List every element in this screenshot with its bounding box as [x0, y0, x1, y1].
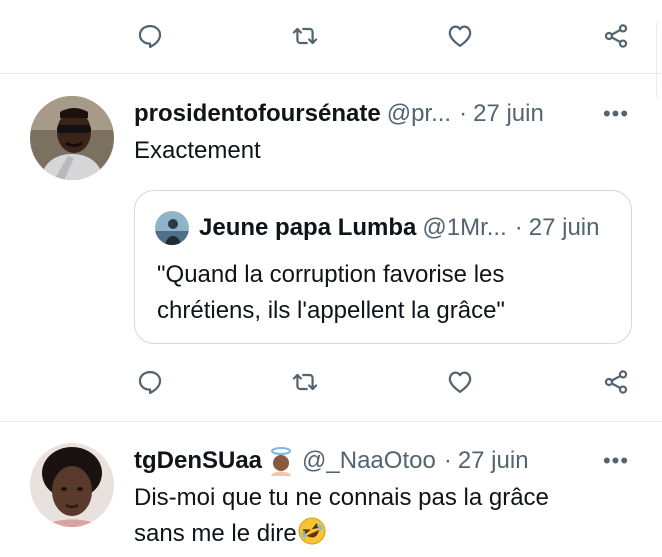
avatar[interactable]	[30, 443, 114, 527]
angel-emoji	[271, 447, 292, 476]
like-button[interactable]	[440, 16, 480, 56]
tweet-text: Dis-moi que tu ne connais pas la grâce s…	[134, 480, 549, 552]
tweet-text-line: sans me le dire	[134, 516, 549, 552]
more-options-button[interactable]: •••	[596, 97, 636, 131]
tweet-divider	[0, 421, 662, 422]
retweet-icon	[291, 22, 319, 50]
avatar-photo	[30, 443, 114, 527]
like-button[interactable]	[440, 362, 480, 402]
tweet-timestamp[interactable]: 27 juin	[458, 447, 529, 475]
tweet-text-line-content: sans me le dire	[134, 520, 297, 547]
separator-dot: ·	[459, 100, 468, 127]
quoted-avatar-photo	[155, 211, 189, 245]
quoted-tweet-text: "Quand la corruption favorise les chréti…	[157, 257, 505, 329]
quoted-tweet[interactable]: Jeune papa Lumba @1Mr... · 27 juin "Quan…	[134, 190, 632, 344]
tweet-timestamp[interactable]: 27 juin	[473, 100, 544, 128]
share-icon	[602, 368, 630, 396]
tweet-divider	[0, 73, 662, 74]
tweet-text-line: Dis-moi que tu ne connais pas la grâce	[134, 484, 549, 511]
more-options-button[interactable]: •••	[596, 444, 636, 478]
author-handle[interactable]: @_NaaOtoo	[302, 447, 436, 475]
avatar-photo	[30, 96, 114, 180]
quoted-tweet-header: Jeune papa Lumba @1Mr... · 27 juin	[155, 211, 600, 245]
more-dots-icon: •••	[602, 448, 630, 473]
retweet-button[interactable]	[285, 16, 325, 56]
previous-tweet-actions	[0, 16, 662, 56]
tweet-header: tgDenSUaa @_NaaOtoo · 27 juin	[134, 444, 529, 478]
quoted-author-name: Jeune papa Lumba	[199, 214, 417, 241]
tweet-text: Exactement	[134, 137, 261, 164]
quoted-text-line: "Quand la corruption favorise les	[157, 261, 505, 288]
like-icon	[446, 368, 474, 396]
tweet-header: prosidentofoursénate @pr... · 27 juin	[134, 97, 544, 131]
avatar[interactable]	[30, 96, 114, 180]
author-name[interactable]: tgDenSUaa	[134, 447, 262, 475]
reply-button[interactable]	[130, 16, 170, 56]
quoted-text-line: chrétiens, ils l'appellent la grâce"	[157, 297, 505, 324]
quoted-avatar	[155, 211, 189, 245]
share-button[interactable]	[596, 16, 636, 56]
like-icon	[446, 22, 474, 50]
rolling-laughing-emoji	[298, 517, 326, 545]
reply-button[interactable]	[130, 362, 170, 402]
quoted-timestamp: 27 juin	[528, 214, 600, 241]
share-icon	[602, 22, 630, 50]
author-handle[interactable]: @pr...	[387, 100, 451, 128]
reply-icon	[136, 368, 164, 396]
reply-icon	[136, 22, 164, 50]
tweet-actions	[0, 362, 662, 402]
retweet-button[interactable]	[285, 362, 325, 402]
share-button[interactable]	[596, 362, 636, 402]
separator-dot: ·	[514, 214, 523, 241]
author-name[interactable]: prosidentofoursénate	[134, 100, 381, 128]
separator-dot: ·	[443, 447, 452, 474]
retweet-icon	[291, 368, 319, 396]
quoted-author-handle: @1Mr...	[422, 214, 507, 241]
more-dots-icon: •••	[602, 101, 630, 126]
